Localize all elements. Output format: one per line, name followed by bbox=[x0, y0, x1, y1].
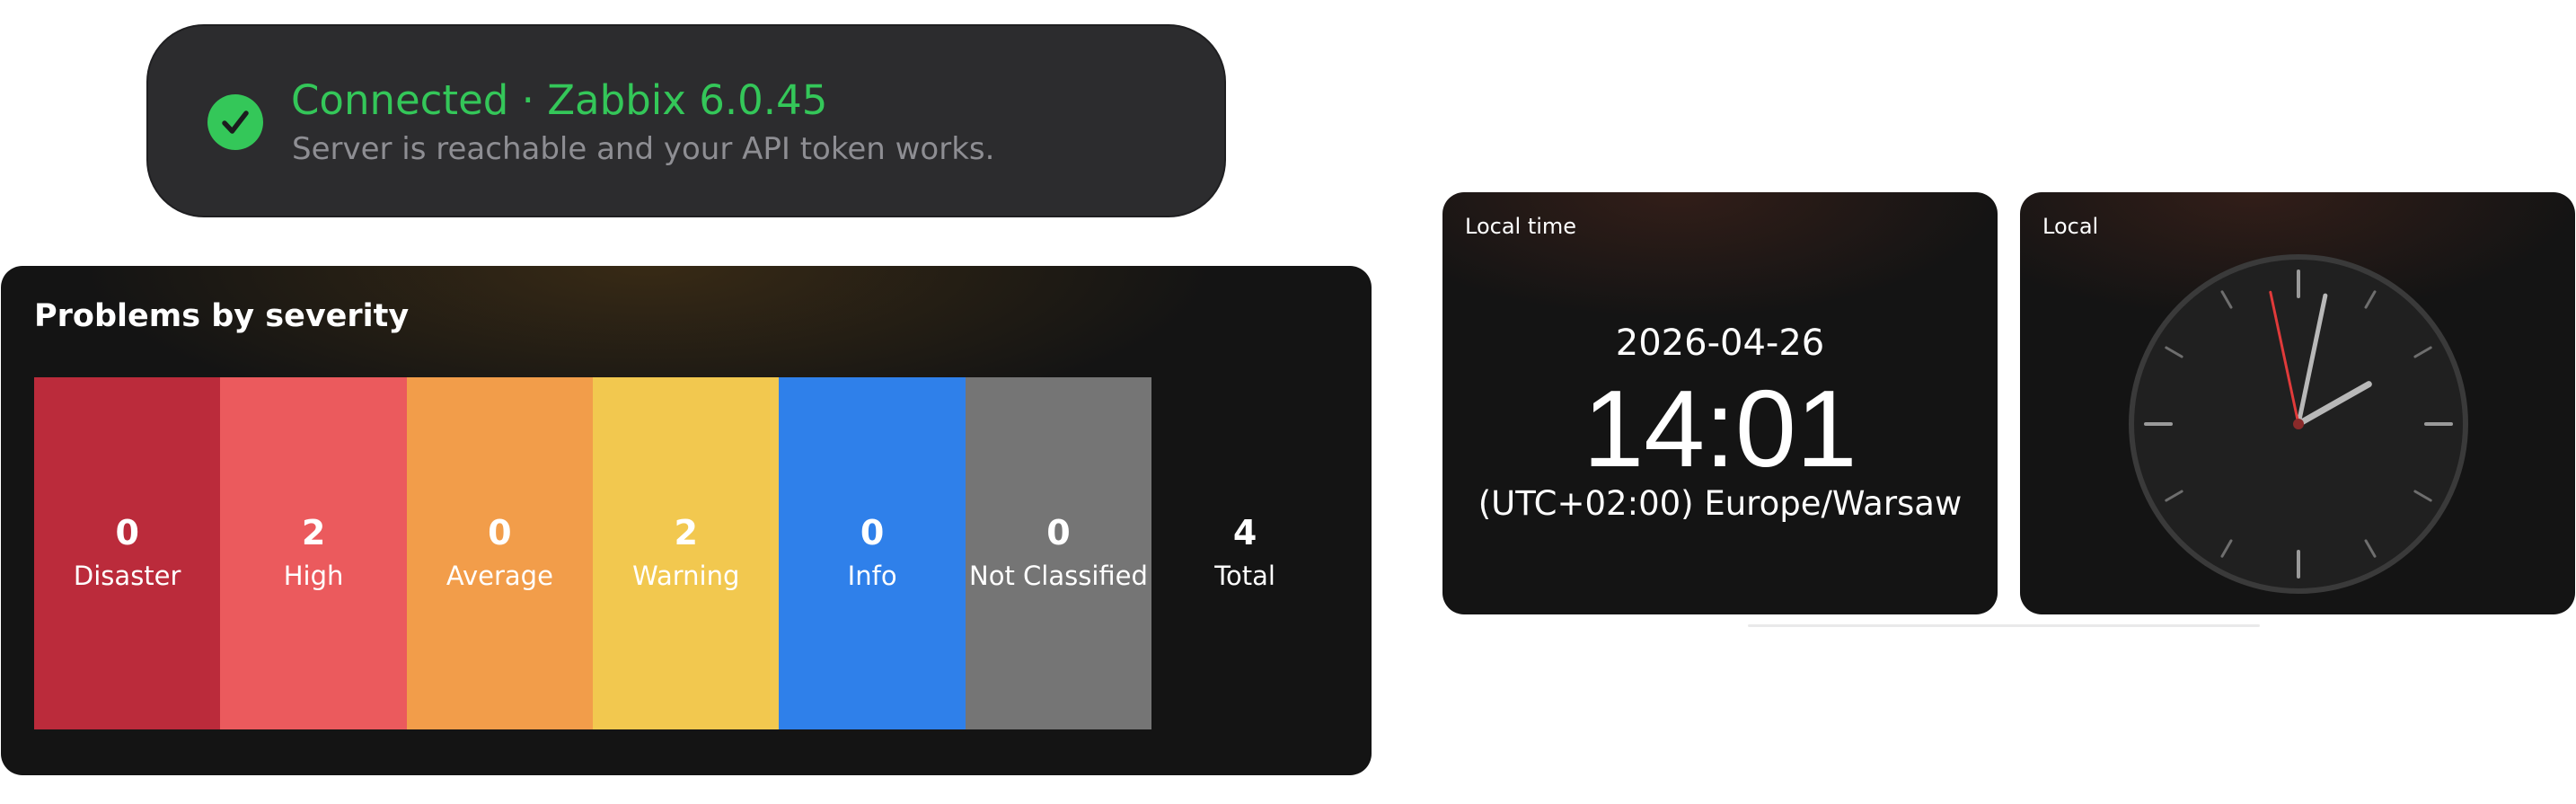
clock-center bbox=[2293, 419, 2304, 429]
clock-time: 14:01 bbox=[1583, 367, 1857, 490]
total-count: 4 bbox=[1232, 513, 1257, 552]
severity-count: 0 bbox=[115, 513, 139, 552]
severity-info[interactable]: 0 Info bbox=[779, 377, 966, 729]
severity-disaster[interactable]: 0 Disaster bbox=[34, 377, 221, 729]
problems-by-severity-widget: Problems by severity 0 Disaster 2 High 0… bbox=[1, 266, 1372, 775]
severity-row: 0 Disaster 2 High 0 Average 2 Warning 0 … bbox=[34, 377, 1338, 729]
analog-clock-widget: Local bbox=[2020, 192, 2575, 614]
connection-status-title: Connected · Zabbix 6.0.45 bbox=[291, 76, 828, 124]
severity-count: 2 bbox=[301, 513, 326, 552]
severity-label: Not Classified bbox=[969, 561, 1148, 591]
severity-count: 2 bbox=[674, 513, 698, 552]
clock-date: 2026-04-26 bbox=[1615, 322, 1825, 364]
severity-label: High bbox=[283, 561, 344, 591]
severity-count: 0 bbox=[488, 513, 512, 552]
widget-title: Local bbox=[2042, 214, 2099, 239]
widget-title: Local time bbox=[1465, 214, 1577, 239]
severity-count: 0 bbox=[860, 513, 885, 552]
severity-total: 4 Total bbox=[1151, 377, 1338, 729]
connection-status-subtitle: Server is reachable and your API token w… bbox=[292, 131, 995, 167]
divider-line bbox=[1748, 624, 2260, 627]
severity-average[interactable]: 0 Average bbox=[406, 377, 594, 729]
severity-not-classified[interactable]: 0 Not Classified bbox=[965, 377, 1152, 729]
severity-label: Warning bbox=[632, 561, 740, 591]
severity-high[interactable]: 2 High bbox=[220, 377, 407, 729]
connection-status-banner: Connected · Zabbix 6.0.45 Server is reac… bbox=[146, 24, 1226, 217]
total-label: Total bbox=[1214, 561, 1275, 591]
severity-label: Info bbox=[847, 561, 897, 591]
widget-title: Problems by severity bbox=[34, 298, 410, 334]
severity-warning[interactable]: 2 Warning bbox=[593, 377, 780, 729]
screen: Connected · Zabbix 6.0.45 Server is reac… bbox=[0, 0, 2576, 804]
check-circle-icon bbox=[207, 94, 263, 150]
severity-count: 0 bbox=[1046, 513, 1071, 552]
severity-label: Average bbox=[446, 561, 553, 591]
local-time-widget: Local time 2026-04-26 14:01 (UTC+02:00) … bbox=[1442, 192, 1998, 614]
analog-clock-face bbox=[2129, 254, 2468, 594]
clock-timezone: (UTC+02:00) Europe/Warsaw bbox=[1478, 484, 1963, 523]
severity-label: Disaster bbox=[73, 561, 181, 591]
